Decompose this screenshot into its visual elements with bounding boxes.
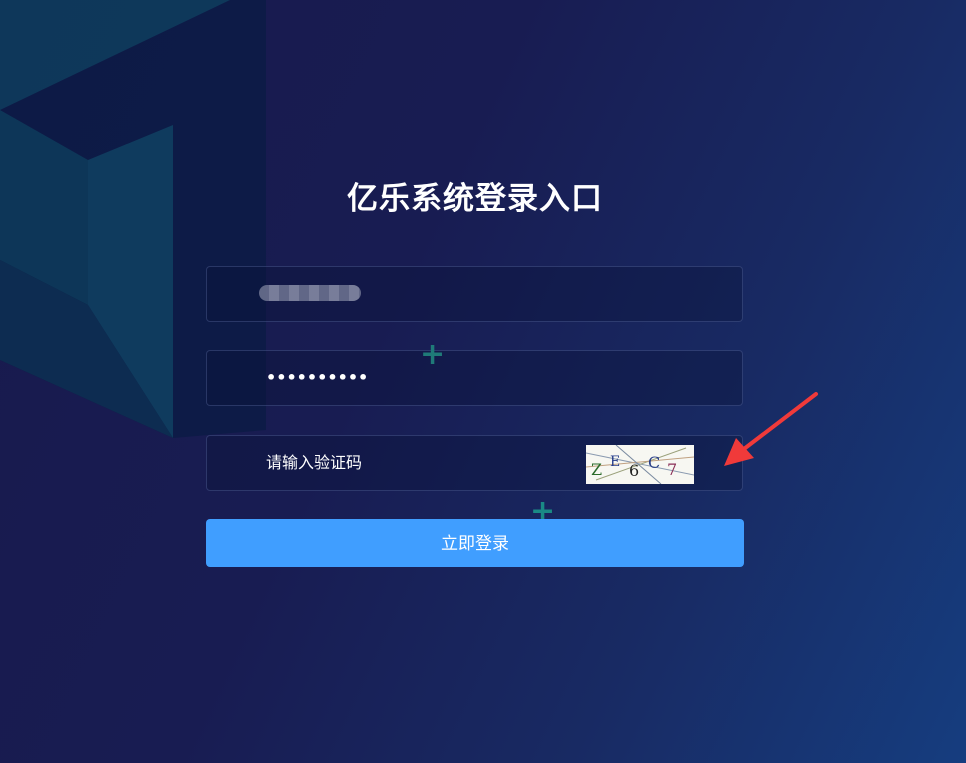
username-field[interactable] [206,266,743,322]
captcha-graphic: Z E 6 C 7 [586,445,694,484]
captcha-input[interactable]: 请输入验证码 [266,436,362,490]
login-page: 亿乐系统登录入口 •••••••••• 请输入验证码 Z E 6 C 7 + +… [0,0,966,763]
red-arrow-icon [724,392,818,466]
login-button[interactable]: 立即登录 [206,519,744,567]
plus-icon: + [420,337,446,372]
captcha-field[interactable]: 请输入验证码 Z E 6 C 7 [206,435,743,491]
page-title: 亿乐系统登录入口 [347,181,603,217]
masked-username-value [259,285,361,301]
captcha-char: C [648,453,660,472]
password-field[interactable]: •••••••••• [206,350,743,406]
captcha-char: Z [591,460,602,479]
password-value: •••••••••• [266,368,369,387]
captcha-char: 6 [629,461,639,480]
captcha-char: 7 [667,460,677,479]
captcha-char: E [610,454,620,470]
captcha-image[interactable]: Z E 6 C 7 [586,445,694,484]
